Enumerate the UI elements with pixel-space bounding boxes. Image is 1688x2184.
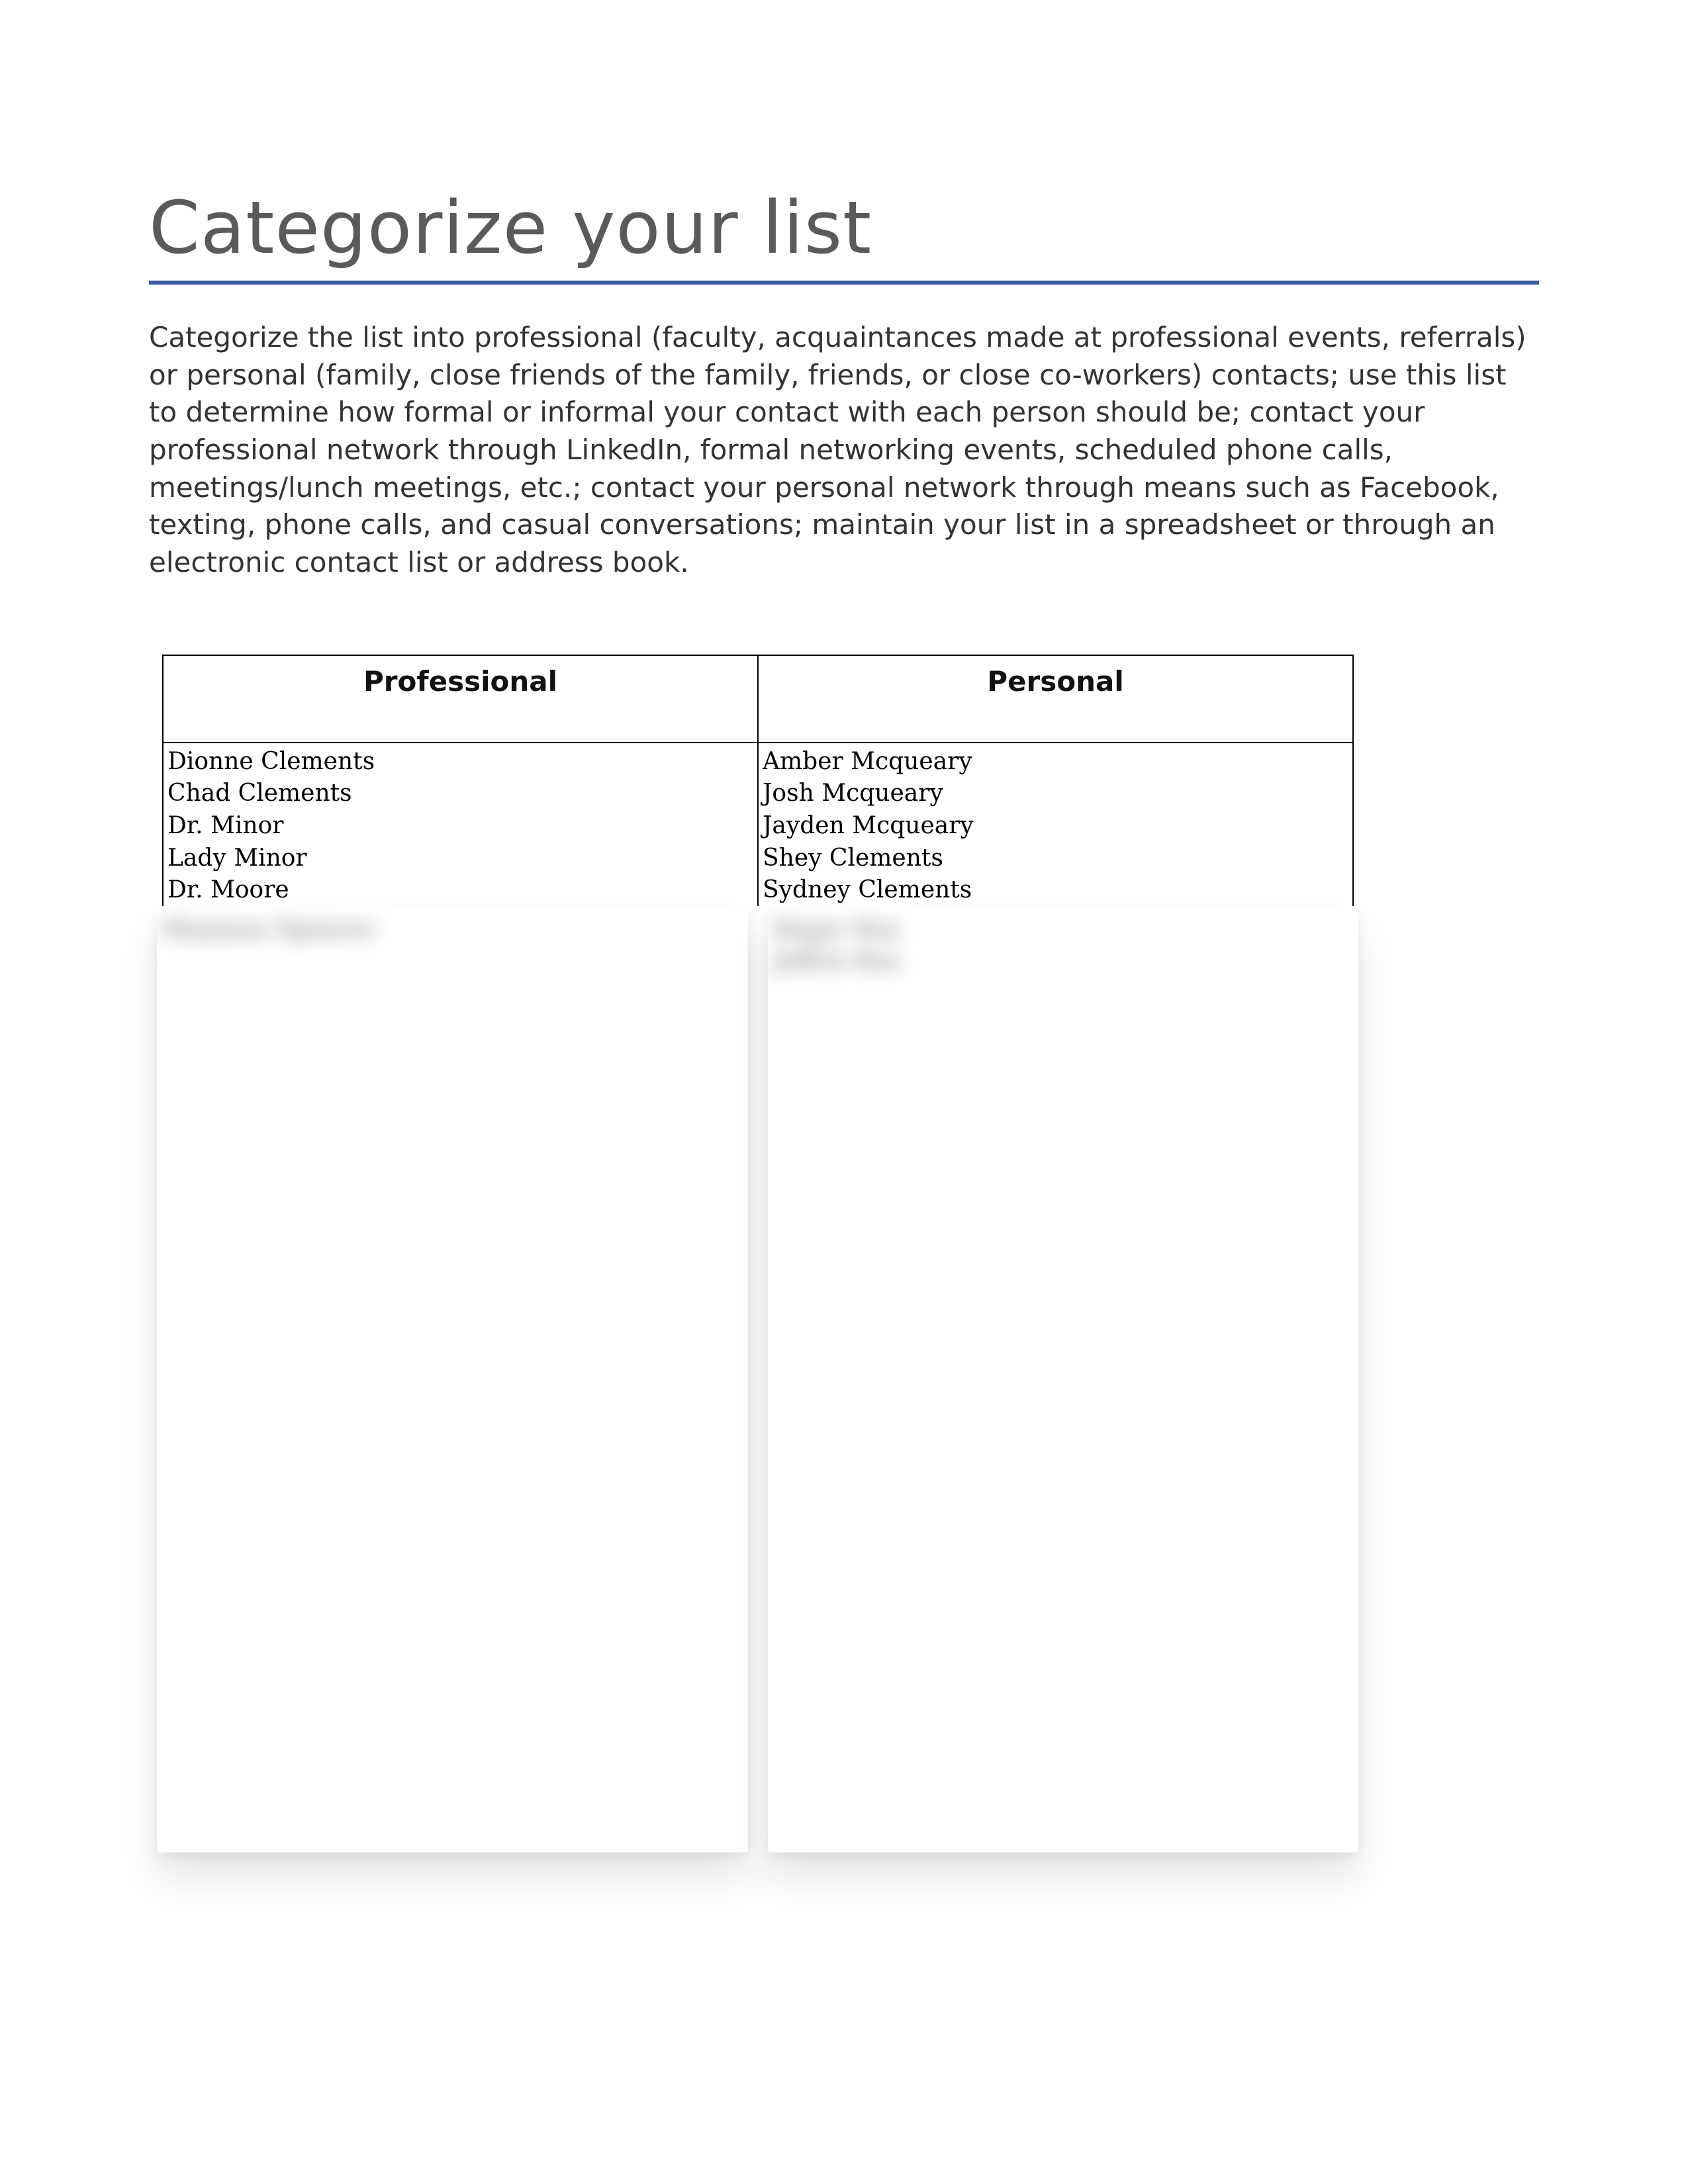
list-item: Lady Minor bbox=[167, 842, 752, 875]
table-header-row: Professional Personal bbox=[164, 656, 1352, 743]
column-professional: Dionne Clements Chad Clements Dr. Minor … bbox=[164, 743, 759, 906]
list-item: Chad Clements bbox=[167, 778, 752, 810]
column-personal: Amber Mcqueary Josh Mcqueary Jayden Mcqu… bbox=[759, 743, 1352, 906]
list-item: Shey Clements bbox=[763, 842, 1347, 875]
blurred-column-personal: Roger Roe Jeffrie Roe bbox=[768, 906, 1359, 1852]
list-item: Josh Mcqueary bbox=[763, 778, 1347, 810]
blurred-line: Roger Roe bbox=[773, 914, 1354, 946]
blurred-line: Shannon Spencer bbox=[162, 914, 743, 946]
list-item: Jayden Mcqueary bbox=[763, 810, 1347, 842]
list-item: Sydney Clements bbox=[763, 874, 1347, 906]
list-item: Amber Mcqueary bbox=[763, 746, 1347, 778]
blurred-line: Jeffrie Roe bbox=[773, 946, 1354, 978]
header-personal: Personal bbox=[759, 656, 1352, 742]
contacts-table: Professional Personal Dionne Clements Ch… bbox=[162, 655, 1354, 906]
list-item: Dionne Clements bbox=[167, 746, 752, 778]
instruction-paragraph: Categorize the list into professional (f… bbox=[149, 319, 1539, 582]
blurred-preview-area: Shannon Spencer Roger Roe Jeffrie Roe bbox=[157, 906, 1358, 1852]
blurred-content: Shannon Spencer bbox=[157, 906, 748, 946]
blurred-content: Roger Roe Jeffrie Roe bbox=[768, 906, 1359, 978]
table-body: Dionne Clements Chad Clements Dr. Minor … bbox=[164, 743, 1352, 906]
blurred-column-professional: Shannon Spencer bbox=[157, 906, 748, 1852]
page-title: Categorize your list bbox=[149, 185, 1539, 270]
list-item: Dr. Moore bbox=[167, 874, 752, 906]
document-page: Categorize your list Categorize the list… bbox=[0, 0, 1688, 2184]
header-professional: Professional bbox=[164, 656, 759, 742]
title-rule bbox=[149, 281, 1539, 285]
list-item: Dr. Minor bbox=[167, 810, 752, 842]
